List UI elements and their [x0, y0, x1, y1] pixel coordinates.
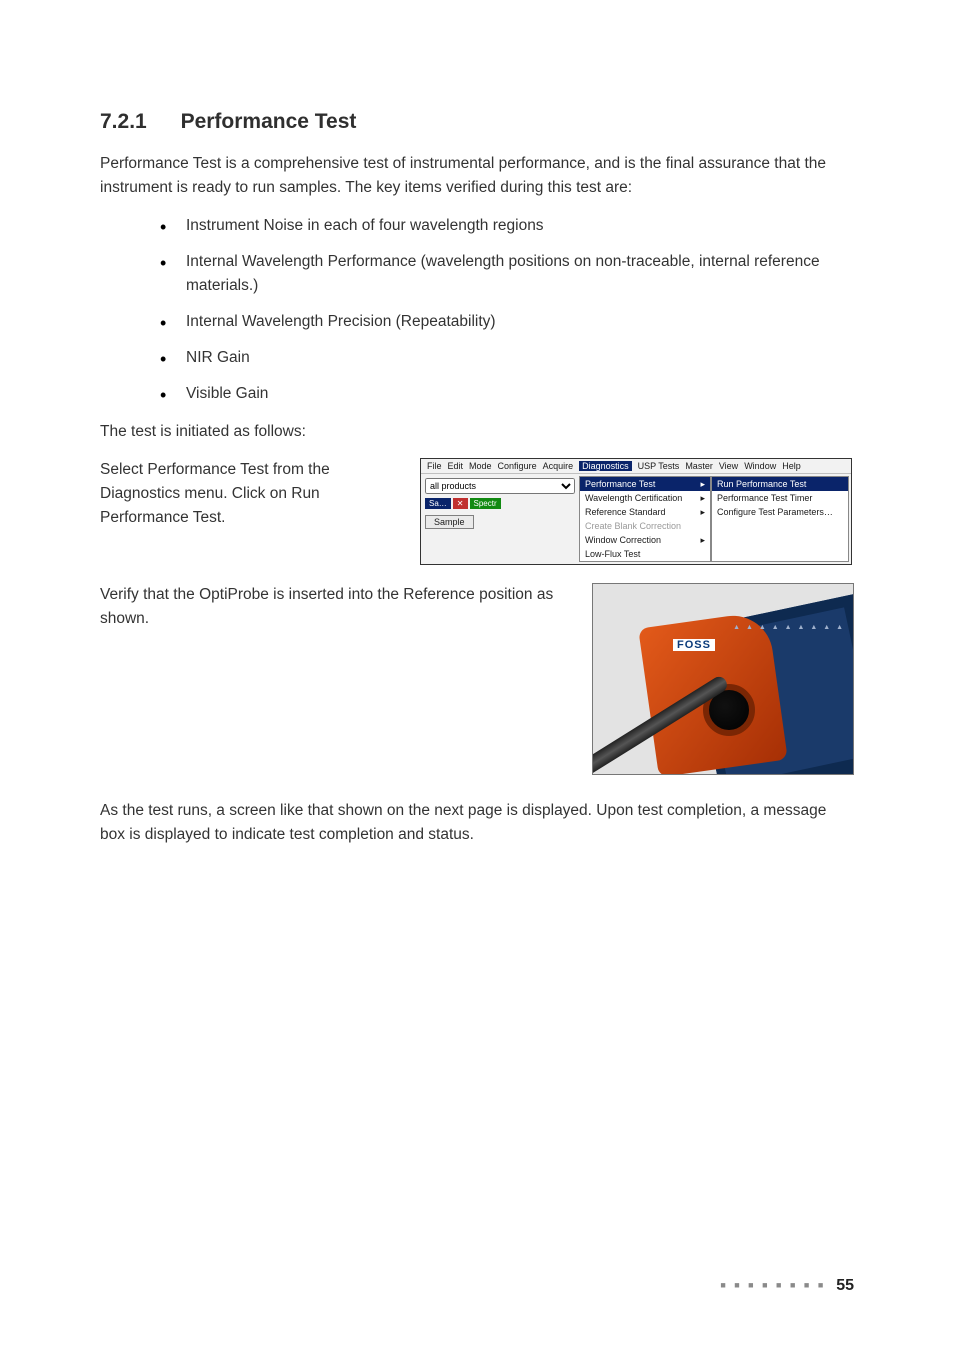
step1-text: Select Performance Test from the Diagnos…	[100, 458, 380, 530]
menu-master[interactable]: Master	[685, 461, 713, 471]
doc-tab-sa[interactable]: Sa…	[425, 498, 451, 509]
submenu-run-performance-test[interactable]: Run Performance Test	[712, 477, 848, 491]
indicator-dots-icon: ▲ ▲ ▲ ▲ ▲ ▲ ▲ ▲ ▲	[733, 624, 845, 631]
close-icon[interactable]: ✕	[453, 498, 468, 509]
menu-item-performance-test[interactable]: Performance Test▸	[580, 477, 710, 491]
list-item: Internal Wavelength Precision (Repeatabi…	[160, 310, 854, 334]
menu-view[interactable]: View	[719, 461, 738, 471]
list-item: Visible Gain	[160, 382, 854, 406]
diagnostics-dropdown: Performance Test▸ Wavelength Certificati…	[579, 476, 711, 562]
key-items-list: Instrument Noise in each of four wavelen…	[100, 214, 854, 406]
initiated-paragraph: The test is initiated as follows:	[100, 420, 854, 444]
list-item: Internal Wavelength Performance (wavelen…	[160, 250, 854, 298]
menu-item-low-flux-test[interactable]: Low-Flux Test	[580, 547, 710, 561]
sample-button[interactable]: Sample	[425, 515, 474, 529]
intro-paragraph: Performance Test is a comprehensive test…	[100, 152, 854, 200]
menu-diagnostics[interactable]: Diagnostics	[579, 461, 632, 471]
menu-configure[interactable]: Configure	[498, 461, 537, 471]
step2-text: Verify that the OptiProbe is inserted in…	[100, 583, 562, 631]
step1-row: Select Performance Test from the Diagnos…	[100, 458, 854, 565]
doc-tab-spectr[interactable]: Spectr	[470, 498, 501, 509]
menu-mode[interactable]: Mode	[469, 461, 492, 471]
section-heading: 7.2.1 Performance Test	[100, 110, 854, 134]
performance-test-submenu: Run Performance Test Performance Test Ti…	[711, 476, 849, 562]
chevron-right-icon: ▸	[700, 479, 705, 490]
brand-label: FOSS	[673, 639, 715, 651]
menu-item-wavelength-certification[interactable]: Wavelength Certification▸	[580, 491, 710, 505]
step2-row: Verify that the OptiProbe is inserted in…	[100, 583, 854, 775]
footer-ornament: ■ ■ ■ ■ ■ ■ ■ ■	[720, 1280, 826, 1290]
app-menubar: File Edit Mode Configure Acquire Diagnos…	[421, 459, 851, 474]
menu-item-create-blank-correction: Create Blank Correction	[580, 519, 710, 533]
menu-window[interactable]: Window	[744, 461, 776, 471]
menu-item-window-correction[interactable]: Window Correction▸	[580, 533, 710, 547]
page-number: 55	[836, 1277, 854, 1294]
menu-usp-tests[interactable]: USP Tests	[638, 461, 680, 471]
menu-item-reference-standard[interactable]: Reference Standard▸	[580, 505, 710, 519]
menu-help[interactable]: Help	[782, 461, 801, 471]
menu-edit[interactable]: Edit	[448, 461, 464, 471]
list-item: Instrument Noise in each of four wavelen…	[160, 214, 854, 238]
chevron-right-icon: ▸	[700, 507, 705, 518]
instrument-photo: FOSS ▲ ▲ ▲ ▲ ▲ ▲ ▲ ▲ ▲	[592, 583, 854, 775]
submenu-performance-test-timer[interactable]: Performance Test Timer	[712, 491, 848, 505]
menu-acquire[interactable]: Acquire	[543, 461, 574, 471]
page-footer: ■ ■ ■ ■ ■ ■ ■ ■ 55	[720, 1277, 854, 1295]
section-title: Performance Test	[181, 110, 357, 133]
menu-file[interactable]: File	[427, 461, 442, 471]
menu-screenshot: File Edit Mode Configure Acquire Diagnos…	[420, 458, 852, 565]
section-number: 7.2.1	[100, 110, 147, 134]
submenu-configure-test-params[interactable]: Configure Test Parameters…	[712, 505, 848, 519]
closing-paragraph: As the test runs, a screen like that sho…	[100, 799, 854, 847]
product-select[interactable]: all products	[425, 478, 575, 494]
chevron-right-icon: ▸	[700, 493, 705, 504]
chevron-right-icon: ▸	[700, 535, 705, 546]
list-item: NIR Gain	[160, 346, 854, 370]
page: 7.2.1 Performance Test Performance Test …	[0, 0, 954, 1350]
